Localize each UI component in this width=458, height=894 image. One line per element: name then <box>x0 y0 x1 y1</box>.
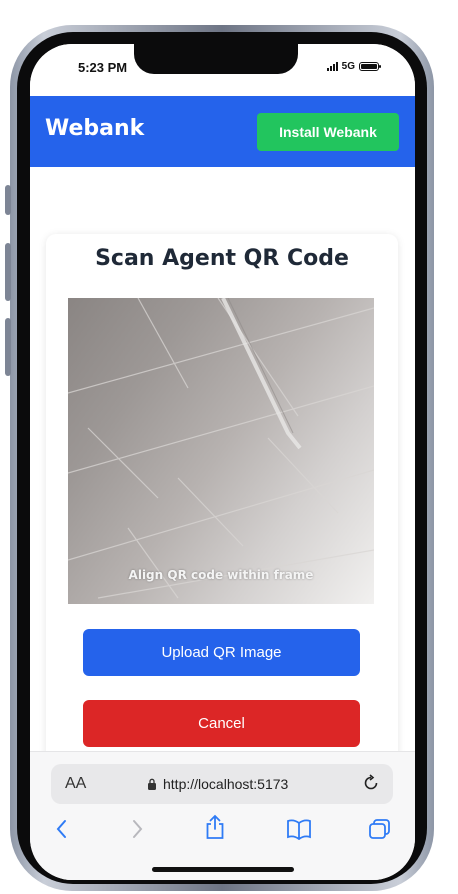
address-bar[interactable]: AA http://localhost:5173 <box>51 764 393 804</box>
text-size-label: AA <box>65 775 87 792</box>
volume-up-button <box>5 243 11 301</box>
network-label: 5G <box>341 61 355 72</box>
url-display[interactable]: http://localhost:5173 <box>147 776 288 792</box>
status-bar: 5:23 PM 5G <box>30 44 415 96</box>
brand-title[interactable]: Webank <box>45 116 144 141</box>
phone-screen: 5:23 PM 5G Webank Install Webank Scan Ag… <box>30 44 415 880</box>
cancel-button[interactable]: Cancel <box>83 700 360 747</box>
reload-icon[interactable] <box>361 773 381 793</box>
home-indicator <box>152 867 294 872</box>
status-indicators: 5G <box>326 61 381 72</box>
text-size-button[interactable]: AA <box>65 775 86 793</box>
url-text: http://localhost:5173 <box>163 776 289 792</box>
scan-card: Scan Agent QR Code Align QR code within … <box>46 234 398 774</box>
camera-feed-image <box>68 298 374 599</box>
forward-icon[interactable] <box>129 818 145 840</box>
app-header: Webank Install Webank <box>30 96 415 167</box>
silent-switch <box>5 185 11 215</box>
install-button[interactable]: Install Webank <box>257 113 399 151</box>
battery-icon <box>359 62 381 71</box>
signal-icon <box>326 62 338 71</box>
lock-icon <box>148 778 156 790</box>
notch <box>134 44 298 74</box>
browser-toolbar: AA http://localhost:5173 <box>30 751 415 880</box>
browser-nav <box>30 814 415 848</box>
camera-preview: Align QR code within frame <box>68 298 374 604</box>
scan-hint: Align QR code within frame <box>128 568 314 582</box>
share-icon[interactable] <box>204 814 226 840</box>
upload-qr-button[interactable]: Upload QR Image <box>83 629 360 676</box>
status-time: 5:23 PM <box>78 60 128 75</box>
back-icon[interactable] <box>54 818 70 840</box>
tabs-icon[interactable] <box>368 818 392 840</box>
volume-down-button <box>5 318 11 376</box>
bookmarks-icon[interactable] <box>286 818 312 840</box>
page-title: Scan Agent QR Code <box>95 246 349 271</box>
